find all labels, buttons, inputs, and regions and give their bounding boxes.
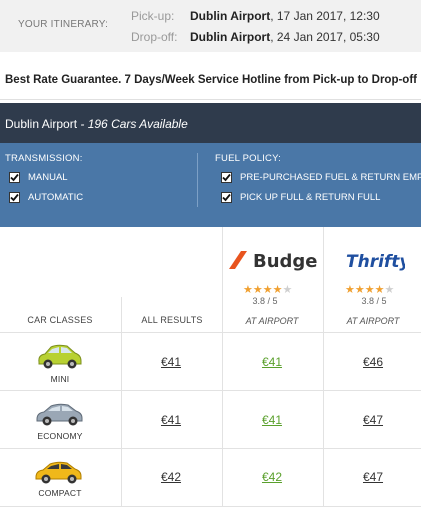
dropoff-row: Drop-off: Dublin Airport, 24 Jan 2017, 05… [131, 30, 380, 44]
automatic-label: AUTOMATIC [28, 192, 84, 203]
price-thrifty-mini[interactable]: €46 [323, 355, 421, 369]
check-icon [222, 173, 231, 182]
pickup-date: , 17 Jan 2017, 12:30 [270, 9, 380, 23]
dropoff-place: Dublin Airport [190, 30, 271, 44]
budget-logo-icon: Budget [229, 251, 327, 272]
filters-panel: TRANSMISSION: MANUAL AUTOMATIC FUEL POLI… [0, 143, 421, 227]
pickup-place: Dublin Airport [190, 9, 271, 23]
dropoff-date: , 24 Jan 2017, 05:30 [270, 30, 380, 44]
car-class-mini: MINI [50, 374, 70, 384]
thrifty-location: AT AIRPORT [346, 316, 400, 326]
checkbox-automatic[interactable] [9, 192, 20, 203]
check-icon [10, 173, 19, 182]
location-bar: Dublin Airport - 196 Cars Available [0, 103, 421, 143]
checkbox-manual[interactable] [9, 172, 20, 183]
checkbox-prepurchased-fuel[interactable] [221, 172, 232, 183]
prepurchased-fuel-label: PRE-PURCHASED FUEL & RETURN EMPTY [240, 172, 421, 183]
filter-automatic[interactable]: AUTOMATIC [9, 192, 83, 203]
check-icon [10, 193, 19, 202]
price-thrifty-economy[interactable]: €47 [323, 413, 421, 427]
fuel-policy-title: FUEL POLICY: [215, 153, 281, 164]
pickup-key: Pick-up: [131, 9, 175, 23]
checkbox-full-to-full[interactable] [221, 192, 232, 203]
manual-label: MANUAL [28, 172, 68, 183]
row-divider [0, 448, 421, 449]
price-all-mini[interactable]: €41 [121, 355, 221, 369]
cars-available: - 196 Cars Available [77, 117, 188, 131]
price-budget-economy[interactable]: €41 [222, 413, 322, 427]
mini-car-icon [38, 344, 82, 369]
thrifty-stars: ★★★★★ [345, 284, 395, 296]
filter-prepurchased-fuel[interactable]: PRE-PURCHASED FUEL & RETURN EMPTY [221, 172, 421, 183]
guarantee-text: Best Rate Guarantee. 7 Days/Week Service… [5, 74, 417, 86]
budget-logo[interactable]: Budget [229, 249, 327, 276]
filter-divider [197, 153, 198, 207]
price-all-economy[interactable]: €41 [121, 413, 221, 427]
pickup-row: Pick-up: Dublin Airport, 17 Jan 2017, 12:… [131, 9, 380, 23]
location-name: Dublin Airport [5, 117, 78, 131]
price-budget-mini[interactable]: €41 [222, 355, 322, 369]
check-icon [222, 193, 231, 202]
full-to-full-label: PICK UP FULL & RETURN FULL [240, 192, 381, 203]
guarantee-banner: Best Rate Guarantee. 7 Days/Week Service… [0, 52, 421, 100]
car-class-economy: ECONOMY [37, 431, 83, 441]
price-budget-compact[interactable]: €42 [222, 470, 322, 484]
row-divider [0, 390, 421, 391]
svg-text:Thrifty: Thrifty [346, 252, 405, 271]
dropoff-key: Drop-off: [131, 30, 178, 44]
price-comparison-table: Budget ★★★★★ 3.8 / 5 AT AIRPORT Thrifty … [0, 227, 421, 507]
row-divider [0, 332, 421, 333]
budget-rating: 3.8 / 5 [252, 296, 278, 306]
itinerary-label: YOUR ITINERARY: [18, 19, 109, 30]
car-classes-header: CAR CLASSES [27, 315, 93, 325]
car-class-compact: COMPACT [38, 488, 82, 498]
economy-car-icon [36, 403, 83, 426]
thrifty-rating: 3.8 / 5 [361, 296, 387, 306]
thrifty-logo-icon: Thrifty [346, 252, 411, 272]
thrifty-logo[interactable]: Thrifty [345, 249, 411, 276]
price-all-compact[interactable]: €42 [121, 470, 221, 484]
price-thrifty-compact[interactable]: €47 [323, 470, 421, 484]
itinerary-panel: YOUR ITINERARY: Pick-up: Dublin Airport, … [0, 0, 421, 52]
budget-location: AT AIRPORT [245, 316, 299, 326]
budget-stars: ★★★★★ [243, 284, 293, 296]
transmission-title: TRANSMISSION: [5, 153, 83, 164]
filter-full-to-full[interactable]: PICK UP FULL & RETURN FULL [221, 192, 380, 203]
all-results-header[interactable]: ALL RESULTS [112, 315, 232, 325]
svg-text:Budget: Budget [253, 251, 317, 271]
location-heading: Dublin Airport - 196 Cars Available [5, 117, 188, 131]
filter-manual[interactable]: MANUAL [9, 172, 68, 183]
compact-car-icon [35, 461, 82, 484]
